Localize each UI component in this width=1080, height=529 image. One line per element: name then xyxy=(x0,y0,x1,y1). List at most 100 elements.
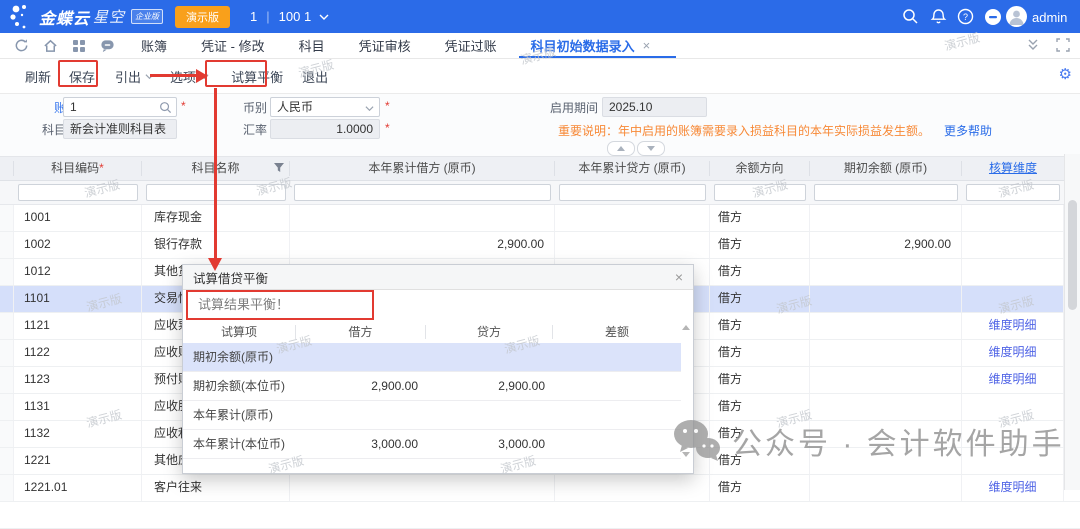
book-input[interactable]: 1 xyxy=(63,97,177,117)
cell-opening-balance[interactable] xyxy=(810,205,962,231)
notification-bell-icon[interactable] xyxy=(930,8,948,26)
cell-direction[interactable]: 借方 xyxy=(710,394,810,420)
lookup-search-icon[interactable] xyxy=(159,101,172,114)
cell-opening-balance[interactable] xyxy=(810,367,962,393)
search-icon[interactable] xyxy=(902,8,920,26)
dialog-table-row[interactable]: 本年累计(原币) xyxy=(183,401,681,430)
message-icon[interactable] xyxy=(100,38,115,53)
username-label[interactable]: admin xyxy=(1032,10,1067,25)
options-button[interactable]: 选项 xyxy=(170,67,209,86)
filter-input-name[interactable] xyxy=(146,184,286,201)
collapse-up-button[interactable] xyxy=(607,141,635,156)
minimize-icon[interactable] xyxy=(984,8,1002,26)
cell-credit-ytd[interactable] xyxy=(555,232,710,258)
dimension-detail-link[interactable]: 维度明细 xyxy=(962,313,1063,338)
cell-code[interactable]: 1002 xyxy=(14,232,142,258)
cell-opening-balance[interactable] xyxy=(810,421,962,447)
dialog-close-icon[interactable]: × xyxy=(675,269,683,285)
tab-initial-data-entry[interactable]: 科目初始数据录入 × xyxy=(531,33,651,58)
trial-balance-button[interactable]: 试算平衡 xyxy=(231,67,283,86)
save-button[interactable]: 保存 xyxy=(69,67,95,86)
cell-opening-balance[interactable]: 2,900.00 xyxy=(810,232,962,258)
table-row[interactable]: 1002银行存款2,900.00借方2,900.00 xyxy=(0,232,1080,259)
cell-direction[interactable]: 借方 xyxy=(710,313,810,339)
cell-direction[interactable]: 借方 xyxy=(710,232,810,258)
cell-code[interactable]: 1221.01 xyxy=(14,475,142,501)
cell-code[interactable]: 1122 xyxy=(14,340,142,366)
filter-funnel-icon[interactable] xyxy=(274,163,284,173)
filter-input-dimension[interactable] xyxy=(966,184,1060,201)
filter-input-credit[interactable] xyxy=(559,184,706,201)
dialog-table-row[interactable]: 本年累计(本位币)3,000.003,000.00 xyxy=(183,430,681,459)
scrollbar-thumb[interactable] xyxy=(1068,200,1077,310)
cell-opening-balance[interactable] xyxy=(810,259,962,285)
cell-opening-balance[interactable] xyxy=(810,475,962,501)
cell-name[interactable]: 银行存款 xyxy=(142,232,290,258)
tab-voucher-edit[interactable]: 凭证 - 修改 xyxy=(201,33,265,58)
dialog-table-row[interactable]: 期初余额(原币) xyxy=(183,343,681,372)
cell-code[interactable]: 1001 xyxy=(14,205,142,231)
home-icon[interactable] xyxy=(43,38,58,53)
cell-code[interactable]: 1123 xyxy=(14,367,142,393)
tab-close-icon[interactable]: × xyxy=(643,38,651,53)
refresh-page-icon[interactable] xyxy=(14,38,29,53)
vertical-scrollbar[interactable] xyxy=(1064,154,1080,490)
dimension-detail-link[interactable]: 维度明细 xyxy=(962,475,1063,500)
scroll-up-icon[interactable] xyxy=(682,325,690,330)
currency-select[interactable]: 人民币 xyxy=(270,97,380,117)
exit-button[interactable]: 退出 xyxy=(302,67,328,86)
cell-opening-balance[interactable] xyxy=(810,448,962,474)
org-account-switcher[interactable]: 1 | 100 1 xyxy=(250,9,330,24)
collapse-tabs-icon[interactable] xyxy=(1026,38,1040,52)
cell-name[interactable]: 库存现金 xyxy=(142,205,290,231)
cell-code[interactable]: 1132 xyxy=(14,421,142,447)
cell-credit-ytd[interactable] xyxy=(555,205,710,231)
tab-voucher-post[interactable]: 凭证过账 xyxy=(445,33,497,58)
dimension-detail-link[interactable]: 维度明细 xyxy=(962,340,1063,365)
dimension-detail-link[interactable]: 维度明细 xyxy=(962,367,1063,392)
dialog-table-row[interactable]: 期初余额(本位币)2,900.002,900.00 xyxy=(183,372,681,401)
cell-code[interactable]: 1121 xyxy=(14,313,142,339)
table-row[interactable]: 1221.01客户往来 借方 维度明细 xyxy=(0,475,1080,502)
cell-credit-ytd[interactable] xyxy=(555,475,710,501)
user-avatar[interactable] xyxy=(1006,6,1027,27)
filter-input-direction[interactable] xyxy=(714,184,806,201)
cell-direction[interactable]: 借方 xyxy=(710,340,810,366)
fullscreen-icon[interactable] xyxy=(1056,38,1070,52)
cell-code[interactable]: 1131 xyxy=(14,394,142,420)
tab-account-books[interactable]: 账簿 xyxy=(141,33,167,58)
cell-direction[interactable]: 借方 xyxy=(710,205,810,231)
cell-direction[interactable]: 借方 xyxy=(710,286,810,312)
scroll-down-icon[interactable] xyxy=(682,452,690,457)
cell-opening-balance[interactable] xyxy=(810,313,962,339)
tab-voucher-audit[interactable]: 凭证审核 xyxy=(359,33,411,58)
cell-direction[interactable]: 借方 xyxy=(710,259,810,285)
export-button[interactable]: 引出 xyxy=(115,67,154,86)
cell-code[interactable]: 1012 xyxy=(14,259,142,285)
cell-debit-ytd[interactable] xyxy=(290,475,555,501)
cell-opening-balance[interactable] xyxy=(810,394,962,420)
collapse-down-button[interactable] xyxy=(637,141,665,156)
cell-direction[interactable]: 借方 xyxy=(710,421,810,447)
cell-name[interactable]: 客户往来 xyxy=(142,475,290,501)
help-icon[interactable]: ? xyxy=(957,8,975,26)
cell-code[interactable]: 1221 xyxy=(14,448,142,474)
tab-accounts[interactable]: 科目 xyxy=(299,33,325,58)
cell-opening-balance[interactable] xyxy=(810,286,962,312)
dialog-title-bar[interactable]: 试算借贷平衡 × xyxy=(183,265,693,290)
cell-direction[interactable]: 借方 xyxy=(710,448,810,474)
filter-input-code[interactable] xyxy=(18,184,138,201)
filter-input-opening[interactable] xyxy=(814,184,958,201)
cell-opening-balance[interactable] xyxy=(810,340,962,366)
more-help-link[interactable]: 更多帮助 xyxy=(944,124,992,138)
cell-direction[interactable]: 借方 xyxy=(710,367,810,393)
table-row[interactable]: 1001库存现金 借方 xyxy=(0,205,1080,232)
cell-direction[interactable]: 借方 xyxy=(710,475,810,501)
apps-grid-icon[interactable] xyxy=(72,39,86,53)
cell-debit-ytd[interactable] xyxy=(290,205,555,231)
settings-gear-icon[interactable]: ⚙ xyxy=(1059,67,1072,82)
filter-input-debit[interactable] xyxy=(294,184,551,201)
cell-code[interactable]: 1101 xyxy=(14,286,142,312)
refresh-button[interactable]: 刷新 xyxy=(25,67,51,86)
dialog-scrollbar[interactable] xyxy=(681,323,691,459)
